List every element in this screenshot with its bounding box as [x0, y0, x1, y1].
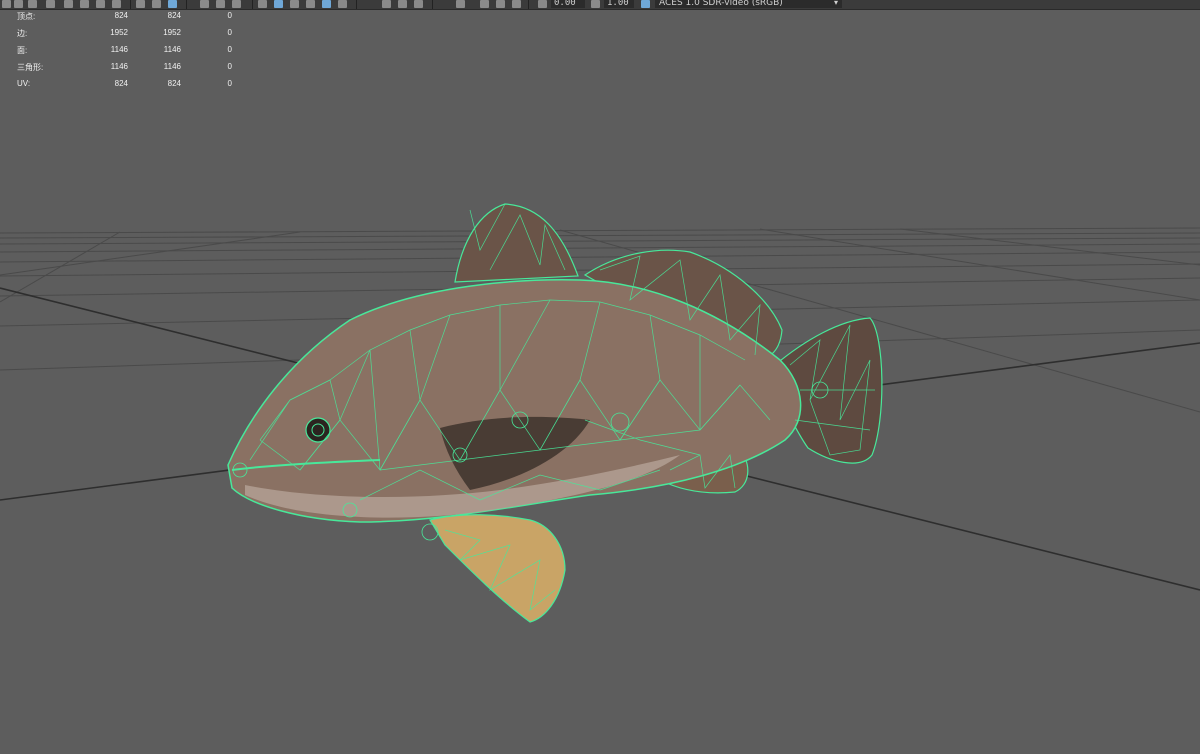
snap-icon[interactable]: [64, 0, 73, 8]
shaded-icon[interactable]: [274, 0, 283, 8]
dorsal-fin-front: [454, 203, 579, 283]
lights-icon[interactable]: [306, 0, 315, 8]
move-icon[interactable]: [14, 0, 23, 8]
resolution-gate-icon[interactable]: [152, 0, 161, 8]
bookmark-icon[interactable]: [96, 0, 105, 8]
depth-of-field-icon[interactable]: [512, 0, 521, 8]
3d-viewport[interactable]: [0, 10, 1200, 754]
scale-icon[interactable]: [46, 0, 55, 8]
wireframe-on-shaded-icon[interactable]: [322, 0, 331, 8]
textured-icon[interactable]: [290, 0, 299, 8]
grid-icon[interactable]: [136, 0, 145, 8]
exposure-icon[interactable]: [538, 0, 547, 8]
viewport-toolbar: 0.00 1.00 ACES 1.0 SDR-video (sRGB) ▾: [0, 0, 1200, 10]
motion-blur-icon[interactable]: [480, 0, 489, 8]
fish-eye: [305, 417, 331, 443]
pectoral-fin: [429, 514, 566, 623]
isolate-icon[interactable]: [382, 0, 391, 8]
exposure-field[interactable]: 0.00: [551, 0, 585, 8]
colorspace-icon[interactable]: [641, 0, 650, 8]
shadows-icon[interactable]: [338, 0, 347, 8]
xray-joints-icon[interactable]: [414, 0, 423, 8]
gamma-field[interactable]: 1.00: [604, 0, 634, 8]
colorspace-dropdown[interactable]: ACES 1.0 SDR-video (sRGB) ▾: [655, 0, 842, 8]
safe-area-icon[interactable]: [168, 0, 177, 8]
field-chart-icon[interactable]: [216, 0, 225, 8]
colorspace-label: ACES 1.0 SDR-video (sRGB): [659, 0, 783, 8]
film-gate-icon[interactable]: [112, 0, 121, 8]
anti-alias-icon[interactable]: [496, 0, 505, 8]
title-safe-icon[interactable]: [232, 0, 241, 8]
camera-icon[interactable]: [80, 0, 89, 8]
gamma-icon[interactable]: [591, 0, 600, 8]
wireframe-icon[interactable]: [258, 0, 267, 8]
select-icon[interactable]: [2, 0, 11, 8]
chevron-down-icon: ▾: [833, 0, 838, 7]
ambient-occlusion-icon[interactable]: [456, 0, 465, 8]
xray-icon[interactable]: [398, 0, 407, 8]
hud-icon[interactable]: [200, 0, 209, 8]
rotate-icon[interactable]: [28, 0, 37, 8]
fish-model[interactable]: [227, 203, 883, 623]
